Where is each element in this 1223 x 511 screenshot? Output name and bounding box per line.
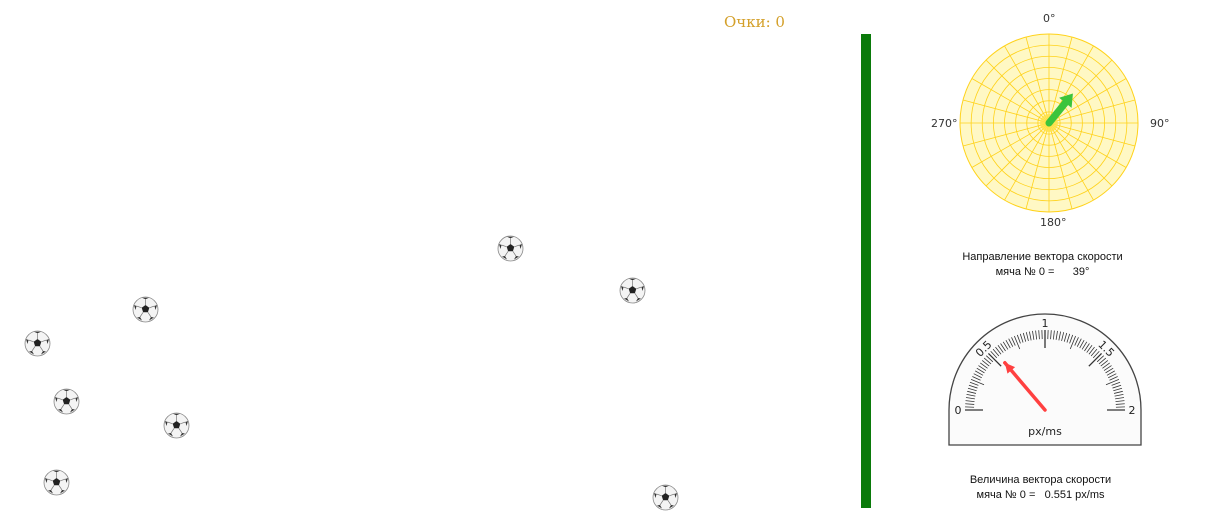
direction-caption-line2: мяча № 0 = 39° xyxy=(920,265,1165,280)
direction-caption: Направление вектора скорости мяча № 0 = … xyxy=(920,250,1165,280)
info-panel: 0° 90° 180° 270° Направление вектора ско… xyxy=(880,0,1223,508)
soccer-ball-icon[interactable] xyxy=(497,235,524,262)
compass-label-top: 0° xyxy=(1043,12,1056,25)
soccer-ball-icon[interactable] xyxy=(163,412,190,439)
speed-caption-value: 0.551 px/ms xyxy=(1045,489,1105,501)
speed-caption-line2: мяча № 0 = 0.551 px/ms xyxy=(918,488,1163,503)
gauge-unit: px/ms xyxy=(1028,425,1062,438)
speed-gauge: 00.511.52px/ms xyxy=(940,300,1150,450)
gauge-chart: 00.511.52px/ms xyxy=(940,300,1150,450)
compass-label-bottom: 180° xyxy=(1040,216,1067,229)
game-field[interactable]: Очки: 0 xyxy=(0,0,860,508)
compass-chart xyxy=(920,20,1180,232)
score-value: 0 xyxy=(775,13,785,31)
gauge-tick-label: 0 xyxy=(955,404,962,417)
compass-label-left: 270° xyxy=(931,117,958,130)
direction-caption-value: 39° xyxy=(1073,266,1090,278)
direction-caption-prefix: мяча № 0 = xyxy=(996,266,1055,278)
score-label: Очки: xyxy=(724,13,771,31)
gauge-tick-label: 2 xyxy=(1129,404,1136,417)
speed-caption: Величина вектора скорости мяча № 0 = 0.5… xyxy=(918,473,1163,503)
soccer-ball-icon[interactable] xyxy=(132,296,159,323)
soccer-ball-icon[interactable] xyxy=(43,469,70,496)
score-display: Очки: 0 xyxy=(724,13,785,31)
soccer-ball-icon[interactable] xyxy=(619,277,646,304)
gauge-tick-label: 1 xyxy=(1042,317,1049,330)
soccer-ball-icon[interactable] xyxy=(24,330,51,357)
direction-caption-line1: Направление вектора скорости xyxy=(920,250,1165,265)
compass-label-right: 90° xyxy=(1150,117,1170,130)
direction-compass: 0° 90° 180° 270° xyxy=(920,20,1180,232)
speed-caption-prefix: мяча № 0 = xyxy=(977,489,1036,501)
soccer-ball-icon[interactable] xyxy=(652,484,679,511)
speed-caption-line1: Величина вектора скорости xyxy=(918,473,1163,488)
right-wall xyxy=(861,34,871,508)
soccer-ball-icon[interactable] xyxy=(53,388,80,415)
